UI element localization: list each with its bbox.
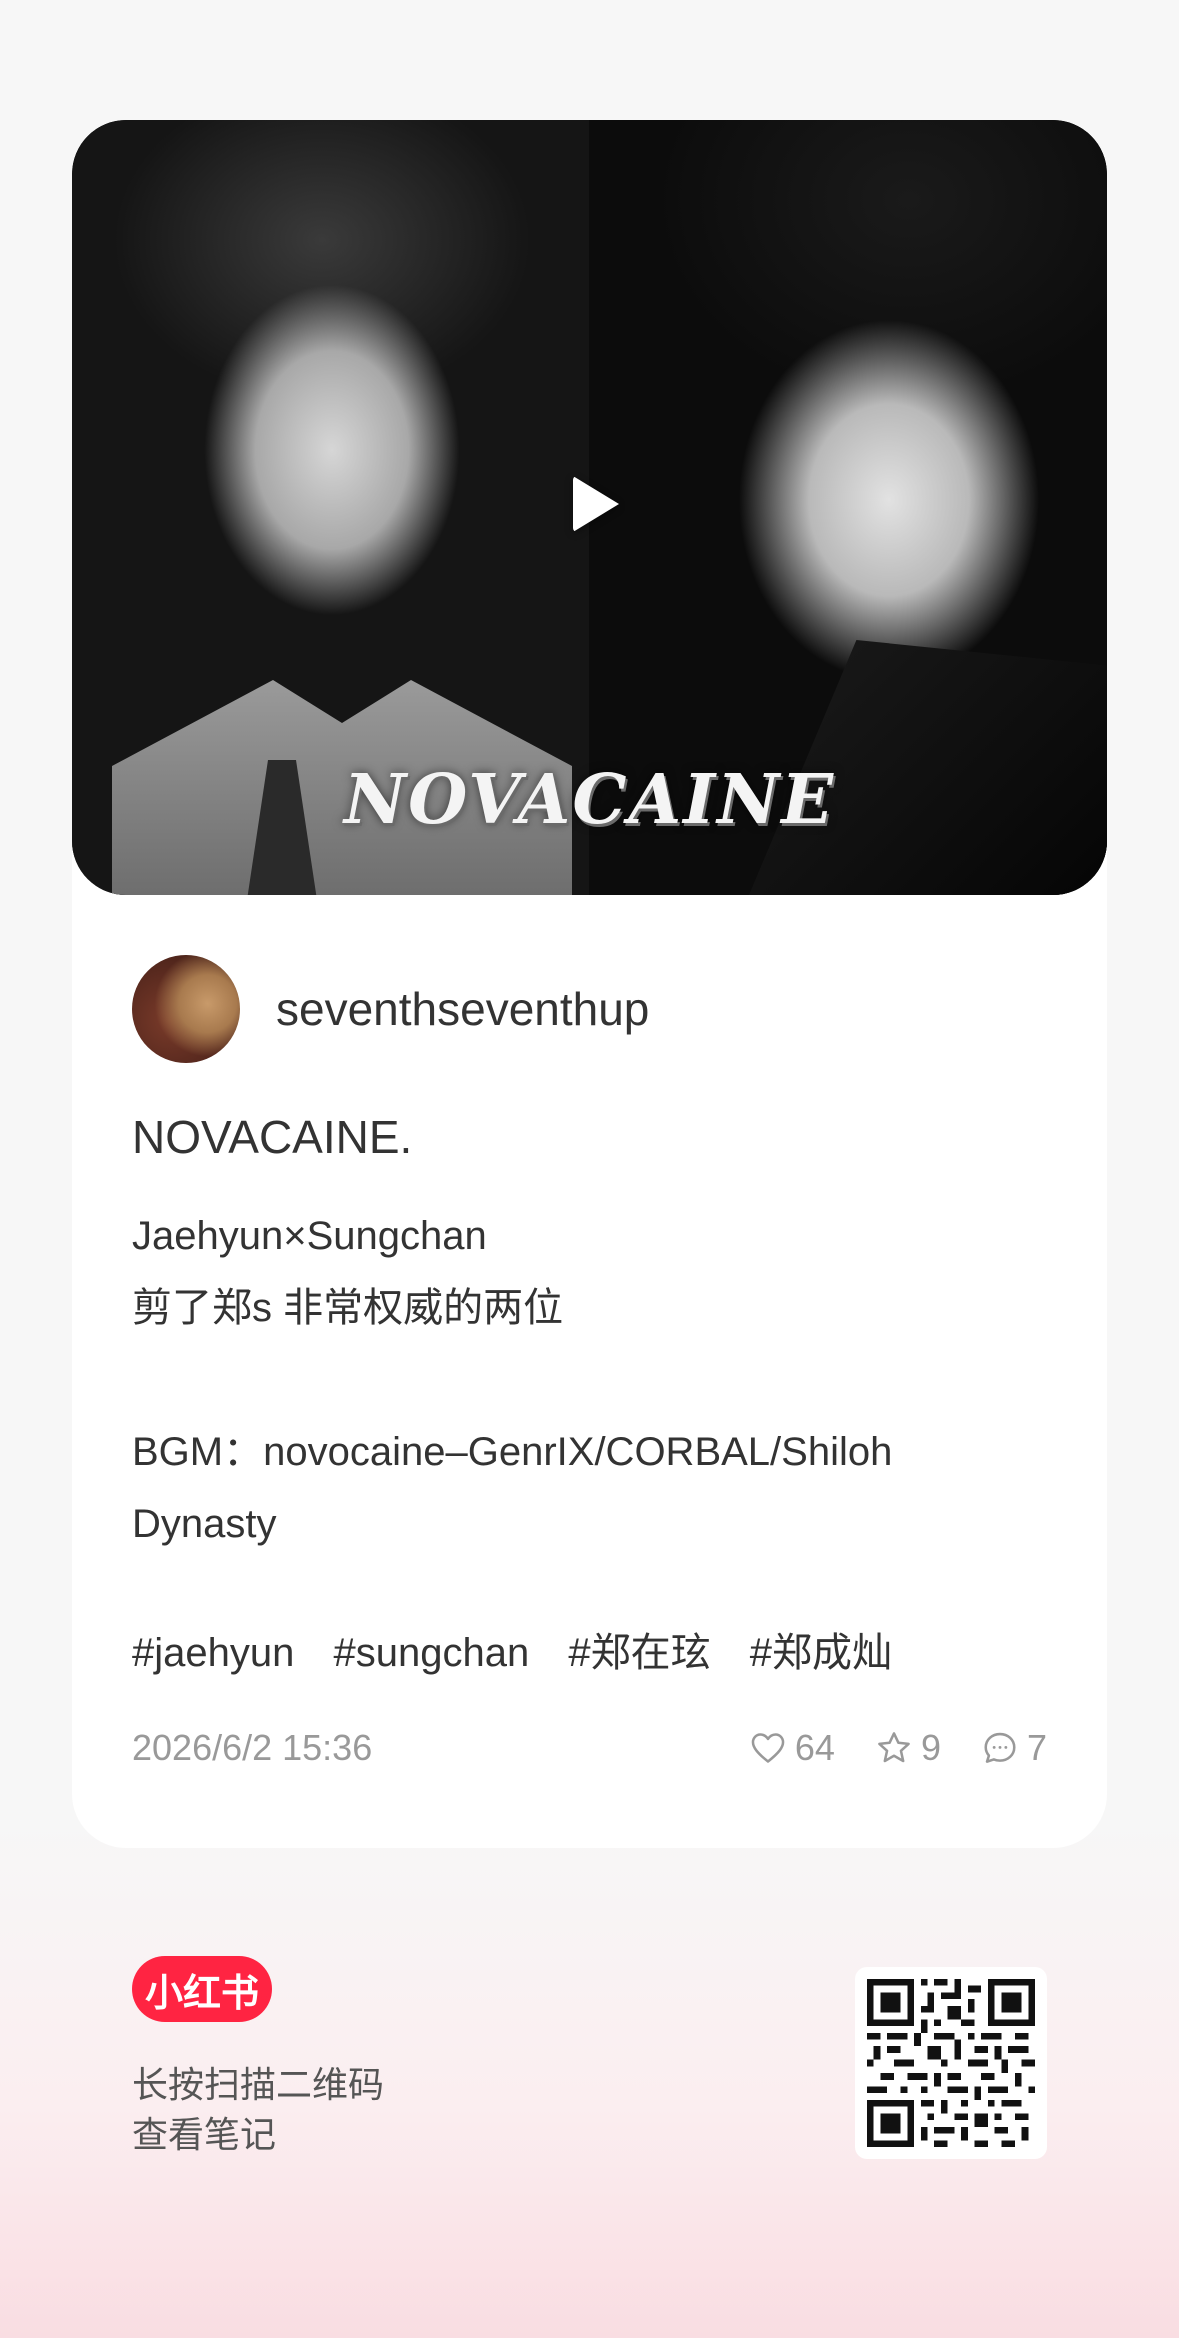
meta-row: 2026/6/2 15:36 64 9 7 [132,1718,1047,1778]
note-blank-line [132,1344,1047,1416]
note-body: Jaehyun×Sungchan 剪了郑s 非常权威的两位 BGM：novoca… [132,1200,1047,1560]
username[interactable]: seventhseventhup [276,982,649,1036]
tag-jaehyun[interactable]: #jaehyun [132,1631,294,1675]
tag-zhengzaixuan[interactable]: #郑在玹 [568,1631,710,1675]
note-card: NOVACAINE seventhseventhup NOVACAINE. Ja… [72,120,1107,1848]
note-title: NOVACAINE. [132,1111,413,1163]
footer-line-view: 查看笔记 [132,2114,277,2155]
comment-icon [984,1732,1016,1763]
comment-count: 7 [1026,1727,1047,1768]
stats: 64 9 7 [709,1727,1047,1769]
tag-sungchan[interactable]: #sungchan [334,1631,530,1675]
post-datetime: 2026/6/2 15:36 [132,1727,373,1768]
tag-zhengchengcan[interactable]: #郑成灿 [750,1631,892,1675]
note-line: Jaehyun×Sungchan [132,1214,487,1258]
note-line: BGM：novocaine–GenrIX/CORBAL/Shiloh [132,1430,893,1474]
qr-code[interactable] [855,1967,1047,2159]
collect-count: 9 [920,1727,941,1768]
like-count: 64 [794,1727,835,1768]
author-row[interactable]: seventhseventhup [132,955,649,1063]
video-cover[interactable]: NOVACAINE [72,120,1107,895]
footer-instructions: 长按扫描二维码 查看笔记 [132,2060,384,2160]
cover-title: NOVACAINE [343,760,836,840]
like-stat[interactable]: 64 [749,1727,835,1769]
note-line: 剪了郑s 非常权威的两位 [132,1286,564,1330]
comment-stat[interactable]: 7 [981,1727,1047,1769]
footer-line-scan: 长按扫描二维码 [132,2064,385,2105]
tag-list: #jaehyun #sungchan #郑在玹 #郑成灿 [132,1620,920,1678]
collect-stat[interactable]: 9 [875,1727,941,1769]
play-icon[interactable] [573,476,619,532]
xiaohongshu-logo: 小红书 [132,1956,272,2022]
qr-code-icon [867,1979,1035,2147]
avatar[interactable] [132,955,240,1063]
star-icon [878,1732,910,1763]
heart-icon [751,1733,785,1763]
note-line: Dynasty [132,1502,277,1546]
